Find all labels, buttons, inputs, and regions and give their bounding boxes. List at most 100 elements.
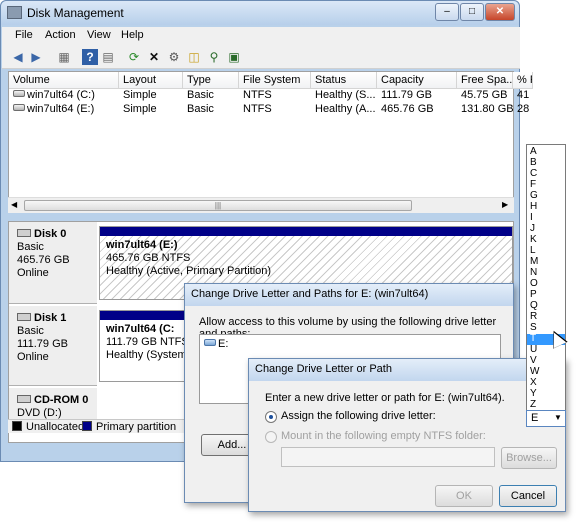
letter-option[interactable]: B [527, 158, 565, 169]
format-icon[interactable]: ▣ [226, 49, 242, 65]
column-capacity[interactable]: Capacity [377, 72, 457, 89]
column-percent-free[interactable]: % F [513, 72, 533, 89]
cdrom-icon [17, 395, 31, 403]
dialog-instructions: Enter a new drive letter or path for E: … [265, 392, 505, 404]
table-cell: Simple [123, 89, 157, 101]
table-cell: Basic [187, 89, 214, 101]
window-title: Disk Management [27, 6, 124, 20]
letter-option[interactable]: A [527, 147, 565, 158]
column-volume[interactable]: Volume [9, 72, 119, 89]
drive-letter-select[interactable]: E ▼ [526, 410, 566, 427]
disk-name: Disk 0 [34, 228, 67, 240]
letter-option[interactable]: M [527, 257, 565, 268]
drive-icon [13, 104, 25, 111]
path-label: E: [218, 338, 229, 350]
scroll-grip: ||| [214, 201, 222, 210]
disk-status: Online [17, 351, 49, 363]
ok-button[interactable]: OK [435, 485, 493, 507]
disk-size: 111.79 GB [17, 338, 68, 350]
letter-option[interactable]: H [527, 202, 565, 213]
mount-folder-radio[interactable] [265, 431, 277, 443]
folder-path-input[interactable] [281, 447, 495, 467]
disk-properties-icon[interactable]: ▤ [100, 49, 116, 65]
disk-status: Online [17, 267, 49, 279]
open-folder-icon[interactable]: ◫ [186, 49, 202, 65]
table-cell: 465.76 GB [381, 103, 434, 115]
letter-option[interactable]: O [527, 279, 565, 290]
letter-option[interactable]: I [527, 213, 565, 224]
column-type[interactable]: Type [183, 72, 239, 89]
disk-name: CD-ROM 0 [34, 394, 89, 406]
menu-action[interactable]: Action [45, 29, 76, 41]
table-cell: NTFS [243, 103, 272, 115]
scroll-thumb[interactable]: ||| [24, 200, 412, 211]
disk-0-label[interactable]: Disk 0 Basic 465.76 GB Online [9, 222, 97, 304]
selected-letter: E [531, 412, 539, 424]
disk-type: Basic [17, 325, 44, 337]
refresh-icon[interactable]: ⟳ [126, 49, 142, 65]
cancel-button[interactable]: Cancel [499, 485, 557, 507]
letter-option[interactable]: W [527, 367, 565, 378]
disk-icon [17, 313, 31, 321]
explore-icon[interactable]: ⚲ [206, 49, 222, 65]
menu-help[interactable]: Help [121, 29, 144, 41]
letter-option[interactable]: F [527, 180, 565, 191]
disk-icon [17, 229, 31, 237]
letter-option[interactable]: N [527, 268, 565, 279]
letter-option[interactable]: X [527, 378, 565, 389]
close-button[interactable]: ✕ [485, 3, 515, 21]
letter-option[interactable]: Y [527, 389, 565, 400]
letter-option[interactable]: K [527, 235, 565, 246]
scroll-right-icon[interactable]: ▶ [502, 200, 508, 209]
table-row-c-volume[interactable]: win7ult64 (C:) [9, 89, 119, 103]
properties-icon[interactable]: ▦ [56, 49, 72, 65]
letter-option[interactable]: Q [527, 301, 565, 312]
letter-option[interactable]: C [527, 169, 565, 180]
list-item[interactable]: E: [204, 338, 228, 350]
letter-option[interactable]: U [527, 345, 565, 356]
help-icon[interactable]: ? [82, 49, 98, 65]
disk-1-label[interactable]: Disk 1 Basic 111.79 GB Online [9, 306, 97, 386]
legend-label: Primary partition [96, 421, 177, 433]
horizontal-scrollbar[interactable]: ◀ ||| ▶ [8, 197, 514, 213]
disk-size: 465.76 GB [17, 254, 70, 266]
legend-primary: Primary partition [82, 421, 176, 433]
drive-letter-list[interactable]: A B C F G H I J K L M N O P Q R S T U V … [526, 144, 566, 414]
column-free-space[interactable]: Free Spa... [457, 72, 513, 89]
volume-list[interactable]: Volume Layout Type File System Status Ca… [8, 71, 533, 213]
toolbar: ◀ ▶ ▦ ? ▤ ⟳ ✕ ⚙ ◫ ⚲ ▣ [2, 45, 520, 69]
table-cell: Healthy (A... [315, 103, 376, 115]
partition-header [100, 227, 512, 236]
scroll-left-icon[interactable]: ◀ [11, 200, 17, 209]
menu-file[interactable]: File [15, 29, 33, 41]
title-bar[interactable]: Disk Management – □ ✕ [1, 1, 519, 25]
letter-option[interactable]: L [527, 246, 565, 257]
table-row-e-volume[interactable]: win7ult64 (E:) [9, 103, 119, 117]
dialog-title[interactable]: Change Drive Letter or Path [249, 359, 565, 381]
letter-option[interactable]: J [527, 224, 565, 235]
drive-icon [204, 339, 216, 346]
letter-option[interactable]: P [527, 290, 565, 301]
menu-view[interactable]: View [87, 29, 111, 41]
column-status[interactable]: Status [311, 72, 377, 89]
partition-name: win7ult64 (E:) [106, 239, 178, 251]
letter-option[interactable]: R [527, 312, 565, 323]
letter-option[interactable]: G [527, 191, 565, 202]
forward-arrow-icon[interactable]: ▶ [28, 49, 44, 65]
settings-icon[interactable]: ⚙ [166, 49, 182, 65]
assign-letter-radio[interactable] [265, 411, 277, 423]
back-arrow-icon[interactable]: ◀ [10, 49, 26, 65]
disk-management-icon [7, 6, 22, 19]
browse-button[interactable]: Browse... [501, 447, 557, 469]
delete-icon[interactable]: ✕ [146, 49, 162, 65]
letter-option[interactable]: V [527, 356, 565, 367]
column-file-system[interactable]: File System [239, 72, 311, 89]
minimize-button[interactable]: – [435, 3, 459, 21]
column-layout[interactable]: Layout [119, 72, 183, 89]
maximize-button[interactable]: □ [460, 3, 484, 21]
table-cell: NTFS [243, 89, 272, 101]
mount-folder-label: Mount in the following empty NTFS folder… [281, 430, 486, 442]
dialog-title[interactable]: Change Drive Letter and Paths for E: (wi… [185, 284, 513, 306]
letter-option[interactable]: Z [527, 400, 565, 411]
volume-name: win7ult64 (E:) [27, 103, 95, 115]
